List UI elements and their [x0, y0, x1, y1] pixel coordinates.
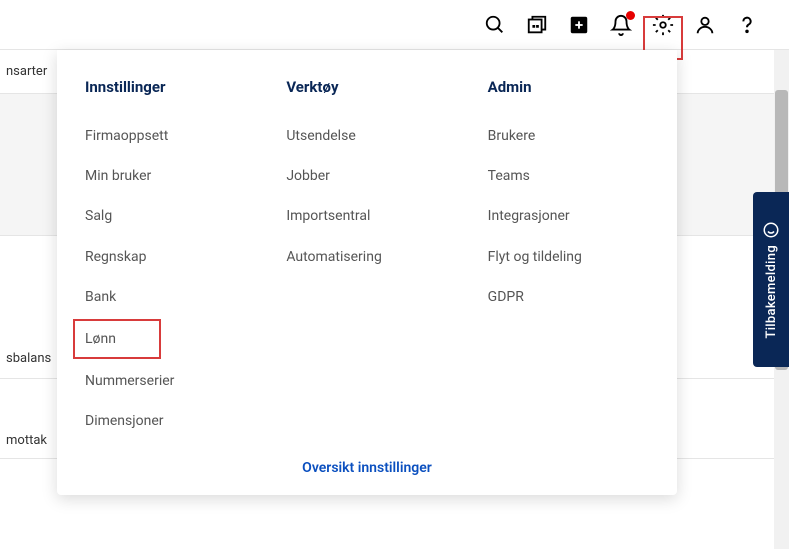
- menu-item-regnskap[interactable]: Regnskap: [85, 237, 246, 277]
- menu-item-salg[interactable]: Salg: [85, 196, 246, 236]
- menu-item-dimensjoner[interactable]: Dimensjoner: [85, 401, 246, 441]
- menu-item-min-bruker[interactable]: Min bruker: [85, 156, 246, 196]
- menu-item-integrasjoner[interactable]: Integrasjoner: [488, 196, 649, 236]
- feedback-tab[interactable]: Tilbakemelding: [753, 192, 789, 367]
- menu-item-teams[interactable]: Teams: [488, 156, 649, 196]
- settings-icon[interactable]: [651, 13, 675, 37]
- settings-column-verktoy: Verktøy Utsendelse Jobber Importsentral …: [286, 78, 447, 440]
- settings-dropdown: Innstillinger Firmaoppsett Min bruker Sa…: [57, 50, 677, 495]
- header: [0, 0, 789, 50]
- menu-item-lonn[interactable]: Lønn: [73, 319, 161, 359]
- settings-column-innstillinger: Innstillinger Firmaoppsett Min bruker Sa…: [85, 78, 246, 440]
- add-icon[interactable]: [567, 13, 591, 37]
- feedback-label: Tilbakemelding: [764, 245, 779, 339]
- menu-item-bank[interactable]: Bank: [85, 277, 246, 317]
- menu-item-importsentral[interactable]: Importsentral: [286, 196, 447, 236]
- profile-icon[interactable]: [693, 13, 717, 37]
- smiley-icon: [762, 221, 780, 239]
- bg-label: mottak: [6, 433, 47, 448]
- help-icon[interactable]: [735, 13, 759, 37]
- menu-item-nummerserier[interactable]: Nummerserier: [85, 361, 246, 401]
- menu-item-automatisering[interactable]: Automatisering: [286, 237, 447, 277]
- menu-item-gdpr[interactable]: GDPR: [488, 277, 649, 317]
- menu-item-brukere[interactable]: Brukere: [488, 116, 649, 156]
- column-header: Admin: [488, 78, 649, 96]
- overview-settings-link[interactable]: Oversikt innstillinger: [302, 460, 432, 476]
- column-header: Verktøy: [286, 78, 447, 96]
- switch-company-icon[interactable]: [525, 13, 549, 37]
- column-header: Innstillinger: [85, 78, 246, 96]
- menu-item-firmaoppsett[interactable]: Firmaoppsett: [85, 116, 246, 156]
- search-icon[interactable]: [483, 13, 507, 37]
- menu-item-jobber[interactable]: Jobber: [286, 156, 447, 196]
- bg-label: sbalans: [6, 351, 51, 366]
- menu-item-utsendelse[interactable]: Utsendelse: [286, 116, 447, 156]
- bg-label: nsarter: [6, 64, 47, 79]
- settings-column-admin: Admin Brukere Teams Integrasjoner Flyt o…: [488, 78, 649, 440]
- notification-badge: [626, 11, 635, 20]
- notification-icon[interactable]: [609, 13, 633, 37]
- menu-item-flyt-tildeling[interactable]: Flyt og tildeling: [488, 237, 649, 277]
